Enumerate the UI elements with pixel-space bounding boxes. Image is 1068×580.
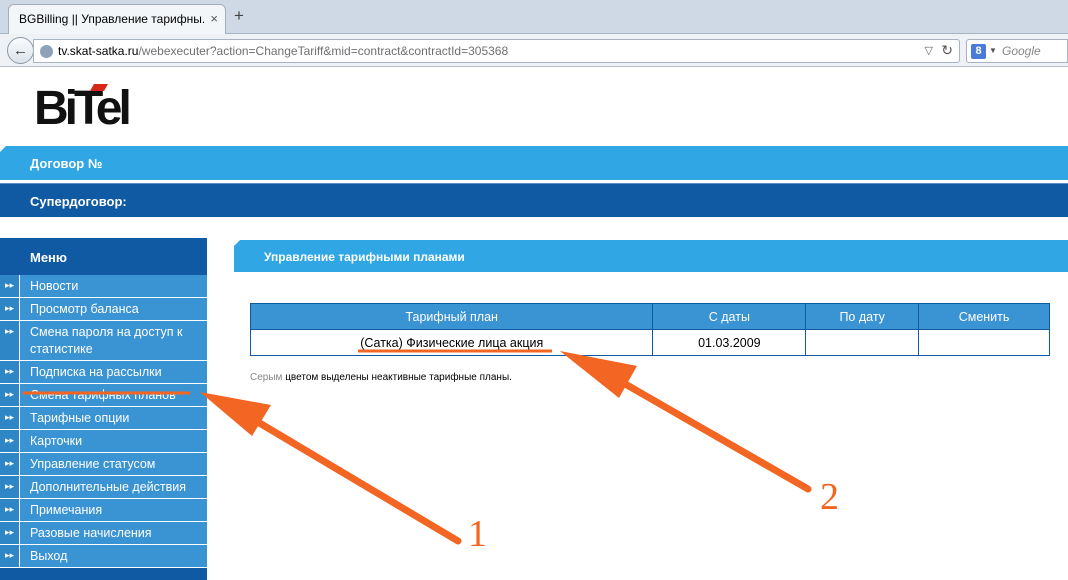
cell-change[interactable] — [918, 329, 1050, 356]
page-title: Управление тарифными планами — [264, 250, 465, 264]
contract-label: Договор № — [30, 156, 103, 171]
double-chevron-icon: ▸▸ — [0, 407, 20, 429]
double-chevron-icon: ▸▸ — [0, 545, 20, 567]
menu-item-one-time-charges[interactable]: ▸▸ Разовые начисления — [0, 522, 207, 545]
header-notch — [234, 240, 240, 246]
menu-item-label[interactable]: Примечания — [20, 499, 108, 521]
reload-icon[interactable]: ↻ — [941, 42, 953, 59]
menu-item-balance[interactable]: ▸▸ Просмотр баланса — [0, 298, 207, 321]
menu-item-label[interactable]: Карточки — [20, 430, 88, 452]
menu-item-news[interactable]: ▸▸ Новости — [0, 275, 207, 298]
globe-icon — [40, 45, 53, 58]
arrow-2-head — [560, 351, 637, 398]
cell-tariff-plan[interactable]: (Сатка) Физические лица акция — [249, 329, 654, 356]
menu-item-label[interactable]: Новости — [20, 275, 84, 297]
contract-band: Договор № — [0, 146, 1068, 180]
menu-header: Меню — [0, 238, 207, 274]
annotation-number-1: 1 — [468, 513, 487, 555]
search-placeholder: Google — [1002, 44, 1041, 58]
menu-item-change-password[interactable]: ▸▸ Смена пароля на доступ к статистике — [0, 321, 207, 361]
col-header-from-date: С даты — [652, 303, 807, 330]
tariff-table: Тарифный план С даты По дату Сменить (Са… — [249, 303, 1050, 356]
double-chevron-icon: ▸▸ — [0, 384, 20, 406]
browser-nav-bar: ← tv.skat-satka.ru/webexecuter?action=Ch… — [0, 34, 1068, 67]
menu-item-label[interactable]: Дополнительные действия — [20, 476, 192, 498]
menu-item-subscriptions[interactable]: ▸▸ Подписка на рассылки — [0, 361, 207, 384]
menu-item-notes[interactable]: ▸▸ Примечания — [0, 499, 207, 522]
chevron-down-icon[interactable]: ▽ — [925, 44, 933, 57]
menu-item-label[interactable]: Управление статусом — [20, 453, 161, 475]
menu-item-exit[interactable]: ▸▸ Выход — [0, 545, 207, 568]
url-host: tv.skat-satka.ru — [58, 44, 139, 58]
browser-tab[interactable]: BGBilling || Управление тарифны... × — [8, 4, 226, 34]
browser-tab-bar: BGBilling || Управление тарифны... × + — [0, 0, 1068, 34]
url-path: /webexecuter?action=ChangeTariff&mid=con… — [138, 44, 509, 58]
double-chevron-icon: ▸▸ — [0, 298, 20, 320]
col-header-tariff-plan: Тарифный план — [249, 303, 654, 330]
col-header-change: Сменить — [918, 303, 1050, 330]
menu-item-label[interactable]: Подписка на рассылки — [20, 361, 168, 383]
google-icon[interactable]: 8 — [971, 44, 986, 59]
menu-item-label[interactable]: Смена тарифных планов — [20, 384, 182, 406]
search-engine-dropdown-icon[interactable]: ▼ — [989, 46, 997, 55]
bitel-logo: BiTel — [34, 82, 134, 136]
logo-text: BiTel — [34, 82, 132, 135]
double-chevron-icon: ▸▸ — [0, 321, 20, 360]
note-text: цветом выделены неактивные тарифные план… — [282, 372, 512, 383]
menu-item-change-tariff[interactable]: ▸▸ Смена тарифных планов — [0, 384, 207, 407]
double-chevron-icon: ▸▸ — [0, 275, 20, 297]
menu-item-cards[interactable]: ▸▸ Карточки — [0, 430, 207, 453]
supercontract-label: Супердоговор: — [30, 194, 127, 209]
sidebar-menu: Меню ▸▸ Новости ▸▸ Просмотр баланса ▸▸ Смен… — [0, 238, 207, 580]
note-grey-word: Серым — [250, 372, 283, 383]
tab-title: BGBilling || Управление тарифны... — [19, 12, 204, 26]
back-arrow-icon[interactable]: ← — [7, 37, 34, 64]
double-chevron-icon: ▸▸ — [0, 361, 20, 383]
menu-item-label[interactable]: Просмотр баланса — [20, 298, 145, 320]
menu-item-status[interactable]: ▸▸ Управление статусом — [0, 453, 207, 476]
arrow-1-shaft — [242, 411, 462, 545]
search-box[interactable]: 8 ▼ Google — [966, 39, 1068, 63]
menu-list: ▸▸ Новости ▸▸ Просмотр баланса ▸▸ Смена пар… — [0, 275, 207, 568]
band-notch — [0, 146, 6, 152]
double-chevron-icon: ▸▸ — [0, 430, 20, 452]
inactive-note: Серым цветом выделены неактивные тарифны… — [250, 372, 512, 383]
cell-from-date: 01.03.2009 — [652, 329, 807, 356]
tab-close-icon[interactable]: × — [210, 11, 218, 26]
cell-to-date — [805, 329, 920, 356]
annotation-number-2: 2 — [820, 476, 839, 518]
url-text: tv.skat-satka.ru/webexecuter?action=Chan… — [58, 44, 508, 58]
col-header-to-date: По дату — [805, 303, 920, 330]
arrow-2-shaft — [609, 373, 812, 493]
menu-item-tariff-options[interactable]: ▸▸ Тарифные опции — [0, 407, 207, 430]
menu-item-label[interactable]: Выход — [20, 545, 73, 567]
supercontract-band: Супердоговор: — [0, 183, 1068, 217]
new-tab-icon[interactable]: + — [234, 6, 244, 26]
menu-item-label[interactable]: Тарифные опции — [20, 407, 135, 429]
arrow-1-head — [200, 392, 271, 436]
menu-title: Меню — [30, 250, 68, 265]
content-header: Управление тарифными планами — [234, 240, 1068, 272]
menu-item-label[interactable]: Смена пароля на доступ к статистике — [20, 321, 207, 360]
double-chevron-icon: ▸▸ — [0, 499, 20, 521]
double-chevron-icon: ▸▸ — [0, 522, 20, 544]
table-header-row: Тарифный план С даты По дату Сменить — [249, 303, 1050, 330]
address-bar[interactable]: tv.skat-satka.ru/webexecuter?action=Chan… — [33, 39, 960, 63]
menu-item-label[interactable]: Разовые начисления — [20, 522, 158, 544]
double-chevron-icon: ▸▸ — [0, 476, 20, 498]
double-chevron-icon: ▸▸ — [0, 453, 20, 475]
table-row: (Сатка) Физические лица акция 01.03.2009 — [249, 329, 1050, 356]
menu-item-extra-actions[interactable]: ▸▸ Дополнительные действия — [0, 476, 207, 499]
